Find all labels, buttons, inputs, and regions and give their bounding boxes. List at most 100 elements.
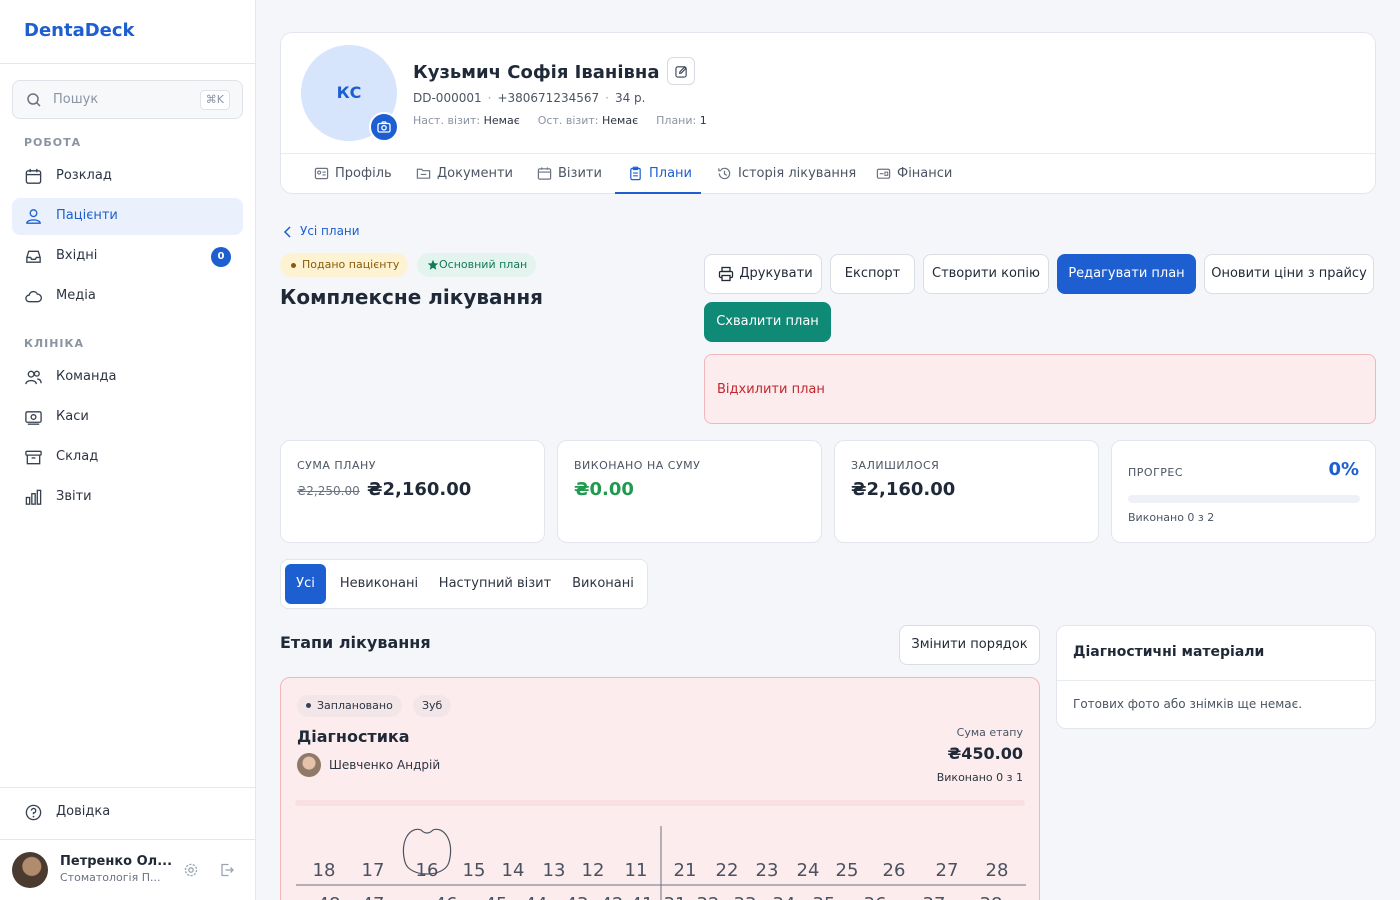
archive-icon — [25, 450, 42, 465]
print-button[interactable]: Друкувати — [704, 254, 822, 294]
tab-finance[interactable]: Фінанси — [876, 154, 956, 194]
tab-visits[interactable]: Візити — [537, 154, 603, 194]
tooth-43[interactable]: 43 — [566, 894, 589, 900]
status-label: Подано пацієнту — [302, 258, 400, 271]
user-role: Стоматологія П... — [60, 871, 161, 884]
tooth-25[interactable]: 25 — [836, 860, 859, 881]
stat-label: СУМА ПЛАНУ — [297, 459, 376, 472]
tooth-27[interactable]: 27 — [936, 860, 959, 881]
sidebar-item-label: Звіти — [56, 489, 92, 504]
progress-subtext: Виконано 0 з 2 — [1128, 511, 1215, 524]
history-icon — [718, 167, 731, 180]
filter-not-done[interactable]: Невиконані — [333, 564, 425, 604]
edit-patient-button[interactable] — [667, 57, 695, 85]
sidebar-item-inbox[interactable]: Вхідні 0 — [12, 238, 243, 275]
divider — [295, 800, 1025, 806]
tooth-15[interactable]: 15 — [463, 860, 486, 881]
avatar[interactable] — [12, 852, 48, 888]
reorder-button[interactable]: Змінити порядок — [899, 625, 1040, 665]
tooth-44[interactable]: 44 — [525, 894, 548, 900]
tooth-17[interactable]: 17 — [362, 860, 385, 881]
patient-meta: DD-000001 · +380671234567 · 34 р. — [413, 91, 646, 105]
brand-logo[interactable]: DentaDeck — [24, 20, 135, 41]
tooth-13[interactable]: 13 — [543, 860, 566, 881]
copy-plan-button[interactable]: Створити копію — [923, 254, 1049, 294]
progress-card: ПРОГРЕС 0% Виконано 0 з 2 — [1111, 440, 1376, 543]
sidebar-item-patients[interactable]: Пацієнти — [12, 198, 243, 235]
tooth-38[interactable]: 38 — [980, 894, 1003, 900]
tooth-31[interactable]: 31 — [664, 894, 687, 900]
patient-id: DD-000001 — [413, 91, 482, 105]
tooth-18[interactable]: 18 — [313, 860, 336, 881]
tooth-22[interactable]: 22 — [716, 860, 739, 881]
tooth-36[interactable]: 36 — [864, 894, 887, 900]
tooth-14[interactable]: 14 — [502, 860, 525, 881]
search-placeholder: Пошук — [53, 92, 99, 107]
gear-icon[interactable] — [183, 862, 199, 878]
tab-documents[interactable]: Документи — [416, 154, 516, 194]
tooth-41[interactable]: 41 — [631, 894, 654, 900]
plan-sum-card: СУМА ПЛАНУ ₴2,250.00 ₴2,160.00 — [280, 440, 545, 543]
patient-card: КС Кузьмич Софія Іванівна DD-000001 · +380… — [280, 32, 1376, 194]
sidebar-item-help[interactable]: Довідка — [12, 794, 243, 831]
upload-photo-button[interactable] — [369, 112, 399, 142]
tooth-45[interactable]: 45 — [485, 894, 508, 900]
tooth-23[interactable]: 23 — [756, 860, 779, 881]
tooth-28[interactable]: 28 — [986, 860, 1009, 881]
tooth-33[interactable]: 33 — [734, 894, 757, 900]
reject-plan-button[interactable]: Відхилити план — [704, 354, 1376, 424]
doctor-avatar — [297, 753, 321, 777]
tooth-11[interactable]: 11 — [625, 860, 648, 881]
tab-plans[interactable]: Плани — [615, 154, 701, 194]
tooth-47[interactable]: 47 — [362, 894, 385, 900]
progress-percent: 0% — [1328, 459, 1359, 480]
sidebar-item-team[interactable]: Команда — [12, 359, 243, 396]
sidebar-item-media[interactable]: Медіа — [12, 278, 243, 315]
tooth-16[interactable]: 16 — [416, 860, 439, 881]
plan-sum-value: ₴2,160.00 — [367, 479, 472, 500]
tooth-12[interactable]: 12 — [582, 860, 605, 881]
tooth-34[interactable]: 34 — [773, 894, 796, 900]
tooth-35[interactable]: 35 — [813, 894, 836, 900]
sidebar-item-reports[interactable]: Звіти — [12, 479, 243, 516]
tooth-37[interactable]: 37 — [923, 894, 946, 900]
inbox-icon — [26, 250, 41, 263]
dental-chart[interactable]: 18 17 16 15 14 13 12 11 21 22 23 24 25 26 27 28 48 47 46 45… — [281, 818, 1040, 900]
last-visit-label: Ост. візит: — [537, 114, 599, 127]
tooth-32[interactable]: 32 — [697, 894, 720, 900]
plans-label: Плани: — [656, 114, 697, 127]
filter-next-visit[interactable]: Наступний візит — [433, 564, 557, 604]
help-icon — [25, 804, 42, 821]
export-button[interactable]: Експорт — [830, 254, 915, 294]
update-prices-button[interactable]: Оновити ціни з прайсу — [1204, 254, 1374, 294]
tooth-48[interactable]: 48 — [318, 894, 341, 900]
tooth-42[interactable]: 42 — [601, 894, 624, 900]
stage-status-chip: Заплановано — [297, 695, 402, 717]
old-sum: ₴2,250.00 — [297, 484, 360, 498]
back-label: Усі плани — [300, 224, 360, 238]
search-input[interactable]: Пошук ⌘K — [12, 80, 243, 119]
sidebar-item-cash[interactable]: Каси — [12, 399, 243, 436]
tooth-24[interactable]: 24 — [797, 860, 820, 881]
filter-done[interactable]: Виконані — [565, 564, 641, 604]
filter-all[interactable]: Усі — [285, 564, 326, 604]
tooth-46[interactable]: 46 — [435, 894, 458, 900]
edit-plan-button[interactable]: Редагувати план — [1057, 254, 1196, 294]
patients-icon — [26, 209, 41, 224]
approve-plan-button[interactable]: Схвалити план — [704, 302, 831, 342]
tooth-26[interactable]: 26 — [883, 860, 906, 881]
logout-icon[interactable] — [219, 862, 235, 878]
tooth-21[interactable]: 21 — [674, 860, 697, 881]
tab-label: Профіль — [335, 166, 392, 181]
divider — [0, 787, 256, 788]
tab-profile[interactable]: Профіль — [314, 154, 396, 194]
tab-treatment-history[interactable]: Історія лікування — [717, 154, 857, 194]
sidebar-item-warehouse[interactable]: Склад — [12, 439, 243, 476]
inbox-count-badge: 0 — [211, 247, 231, 267]
sidebar-item-schedule[interactable]: Розклад — [12, 158, 243, 195]
diagnostics-panel: Діагностичні матеріали Готових фото або … — [1056, 625, 1376, 729]
stage-status-label: Заплановано — [317, 699, 393, 712]
stage-card[interactable]: Заплановано Зуб Діагностика Шевченко Анд… — [280, 677, 1040, 900]
stat-label: ЗАЛИШИЛОСЯ — [851, 459, 940, 472]
patient-name: Кузьмич Софія Іванівна — [413, 62, 660, 83]
